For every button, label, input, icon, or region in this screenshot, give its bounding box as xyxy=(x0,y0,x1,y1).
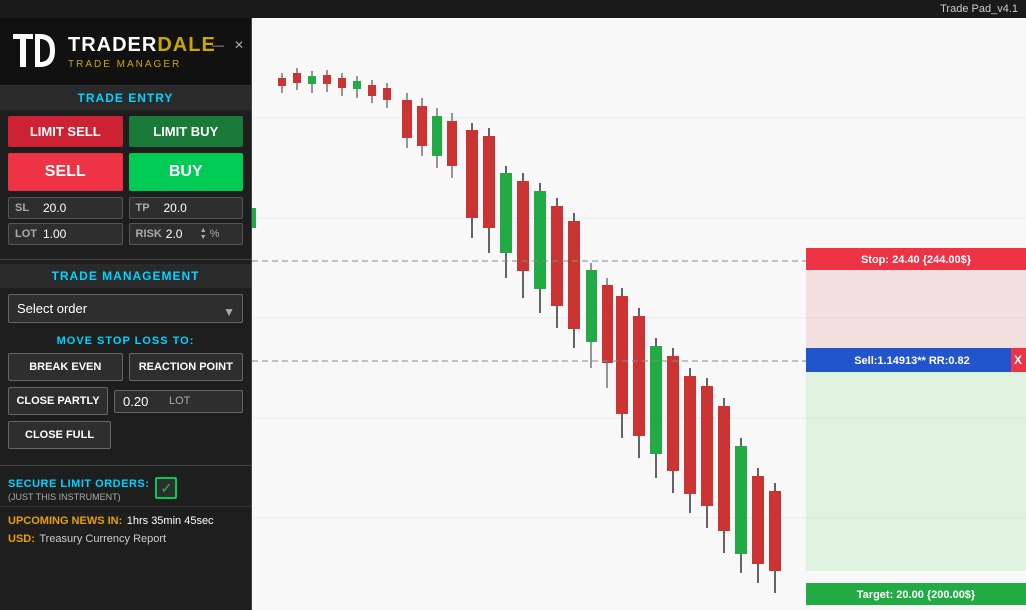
tp-field-group: TP xyxy=(129,197,244,219)
limit-sell-button[interactable]: LIMIT SELL xyxy=(8,116,123,147)
buy-button[interactable]: BUY xyxy=(129,153,244,191)
divider-2 xyxy=(0,465,251,466)
news-currency: USD: xyxy=(8,533,35,545)
secure-orders-row: SECURE LIMIT ORDERS: (JUST THIS INSTRUME… xyxy=(0,470,251,506)
sl-label: SL xyxy=(15,202,39,214)
logo-subtitle: TRADE MANAGER xyxy=(68,59,216,70)
lot-label: LOT xyxy=(15,228,39,240)
sl-field-group: SL xyxy=(8,197,123,219)
lot-field-group: LOT xyxy=(8,223,123,245)
risk-field-group: RISK ▲ ▼ % xyxy=(129,223,244,245)
chart-area: Stop: 24.40 {244.00$} Sell:1.14913** RR:… xyxy=(252,18,1026,610)
lot-close-label: LOT xyxy=(169,395,190,407)
reaction-point-button[interactable]: REACTION POINT xyxy=(129,353,244,381)
move-stop-label: MOVE STOP LOSS TO: xyxy=(8,335,243,347)
news-time: 1hrs 35min 45sec xyxy=(127,515,214,527)
left-panel: — ✕ TRADER DALE TRADE MANAGER TRADE ENTR… xyxy=(0,18,252,610)
sl-input[interactable] xyxy=(43,201,83,215)
logo-icon xyxy=(10,27,60,77)
divider-1 xyxy=(0,259,251,260)
svg-text:X: X xyxy=(1014,353,1022,367)
news-row: UPCOMING NEWS IN: 1hrs 35min 45sec USD: … xyxy=(0,506,251,551)
risk-input[interactable] xyxy=(166,227,198,241)
close-partly-row: CLOSE PARTLY LOT xyxy=(8,387,243,415)
risk-label: RISK xyxy=(136,228,162,240)
svg-text:Target: 20.00 {200.00$}: Target: 20.00 {200.00$} xyxy=(857,589,976,601)
risk-up-button[interactable]: ▲ xyxy=(200,227,207,234)
market-buttons-row: SELL BUY xyxy=(8,153,243,191)
window-controls: — ✕ xyxy=(209,38,247,52)
trade-mgmt-section: Select order ▼ MOVE STOP LOSS TO: BREAK … xyxy=(0,288,251,461)
close-full-button[interactable]: CLOSE FULL xyxy=(8,421,111,449)
lot-close-group: LOT xyxy=(114,390,243,413)
trade-mgmt-header: TRADE MANAGEMENT xyxy=(0,264,251,288)
risk-down-button[interactable]: ▼ xyxy=(200,234,207,241)
secure-label-group: SECURE LIMIT ORDERS: (JUST THIS INSTRUME… xyxy=(8,474,149,502)
news-event: Treasury Currency Report xyxy=(39,533,166,545)
lot-input[interactable] xyxy=(43,227,83,241)
logo-area: — ✕ TRADER DALE TRADE MANAGER xyxy=(0,18,251,86)
svg-text:Stop: 24.40 {244.00$}: Stop: 24.40 {244.00$} xyxy=(861,254,972,266)
logo-text: TRADER DALE TRADE MANAGER xyxy=(68,34,216,70)
news-line-2: USD: Treasury Currency Report xyxy=(8,529,243,547)
limit-buttons-row: LIMIT SELL LIMIT BUY xyxy=(8,116,243,147)
chart-canvas: Stop: 24.40 {244.00$} Sell:1.14913** RR:… xyxy=(252,18,1026,610)
lot-risk-row: LOT RISK ▲ ▼ % xyxy=(8,223,243,245)
news-line-1: UPCOMING NEWS IN: 1hrs 35min 45sec xyxy=(8,511,243,529)
tp-label: TP xyxy=(136,202,160,214)
limit-buy-button[interactable]: LIMIT BUY xyxy=(129,116,244,147)
minimize-button[interactable]: — xyxy=(209,38,227,52)
top-bar: Trade Pad_v4.1 xyxy=(0,0,1026,18)
sl-tp-row: SL TP xyxy=(8,197,243,219)
app-title: Trade Pad_v4.1 xyxy=(940,3,1018,15)
sell-button[interactable]: SELL xyxy=(8,153,123,191)
secure-label: SECURE LIMIT ORDERS: xyxy=(8,478,149,490)
secure-sublabel: (JUST THIS INSTRUMENT) xyxy=(8,492,149,502)
secure-checkbox[interactable]: ✓ xyxy=(155,477,177,499)
upcoming-news-label: UPCOMING NEWS IN: xyxy=(8,515,122,527)
lot-close-input[interactable] xyxy=(123,394,163,409)
select-order-wrapper: Select order ▼ xyxy=(8,294,243,329)
logo-trader: TRADER xyxy=(68,34,157,57)
close-button[interactable]: ✕ xyxy=(231,38,247,52)
select-order-dropdown[interactable]: Select order xyxy=(8,294,243,323)
break-even-button[interactable]: BREAK EVEN xyxy=(8,353,123,381)
stop-buttons-row: BREAK EVEN REACTION POINT xyxy=(8,353,243,381)
risk-spinners: ▲ ▼ xyxy=(200,227,207,241)
logo-dale: DALE xyxy=(157,34,215,57)
tp-input[interactable] xyxy=(164,201,204,215)
close-partly-button[interactable]: CLOSE PARTLY xyxy=(8,387,108,415)
trade-entry-header: TRADE ENTRY xyxy=(0,86,251,110)
pct-label: % xyxy=(210,228,220,240)
trade-entry-section: LIMIT SELL LIMIT BUY SELL BUY SL TP LOT … xyxy=(0,110,251,255)
svg-text:Sell:1.14913** RR:0.82: Sell:1.14913** RR:0.82 xyxy=(854,355,970,367)
